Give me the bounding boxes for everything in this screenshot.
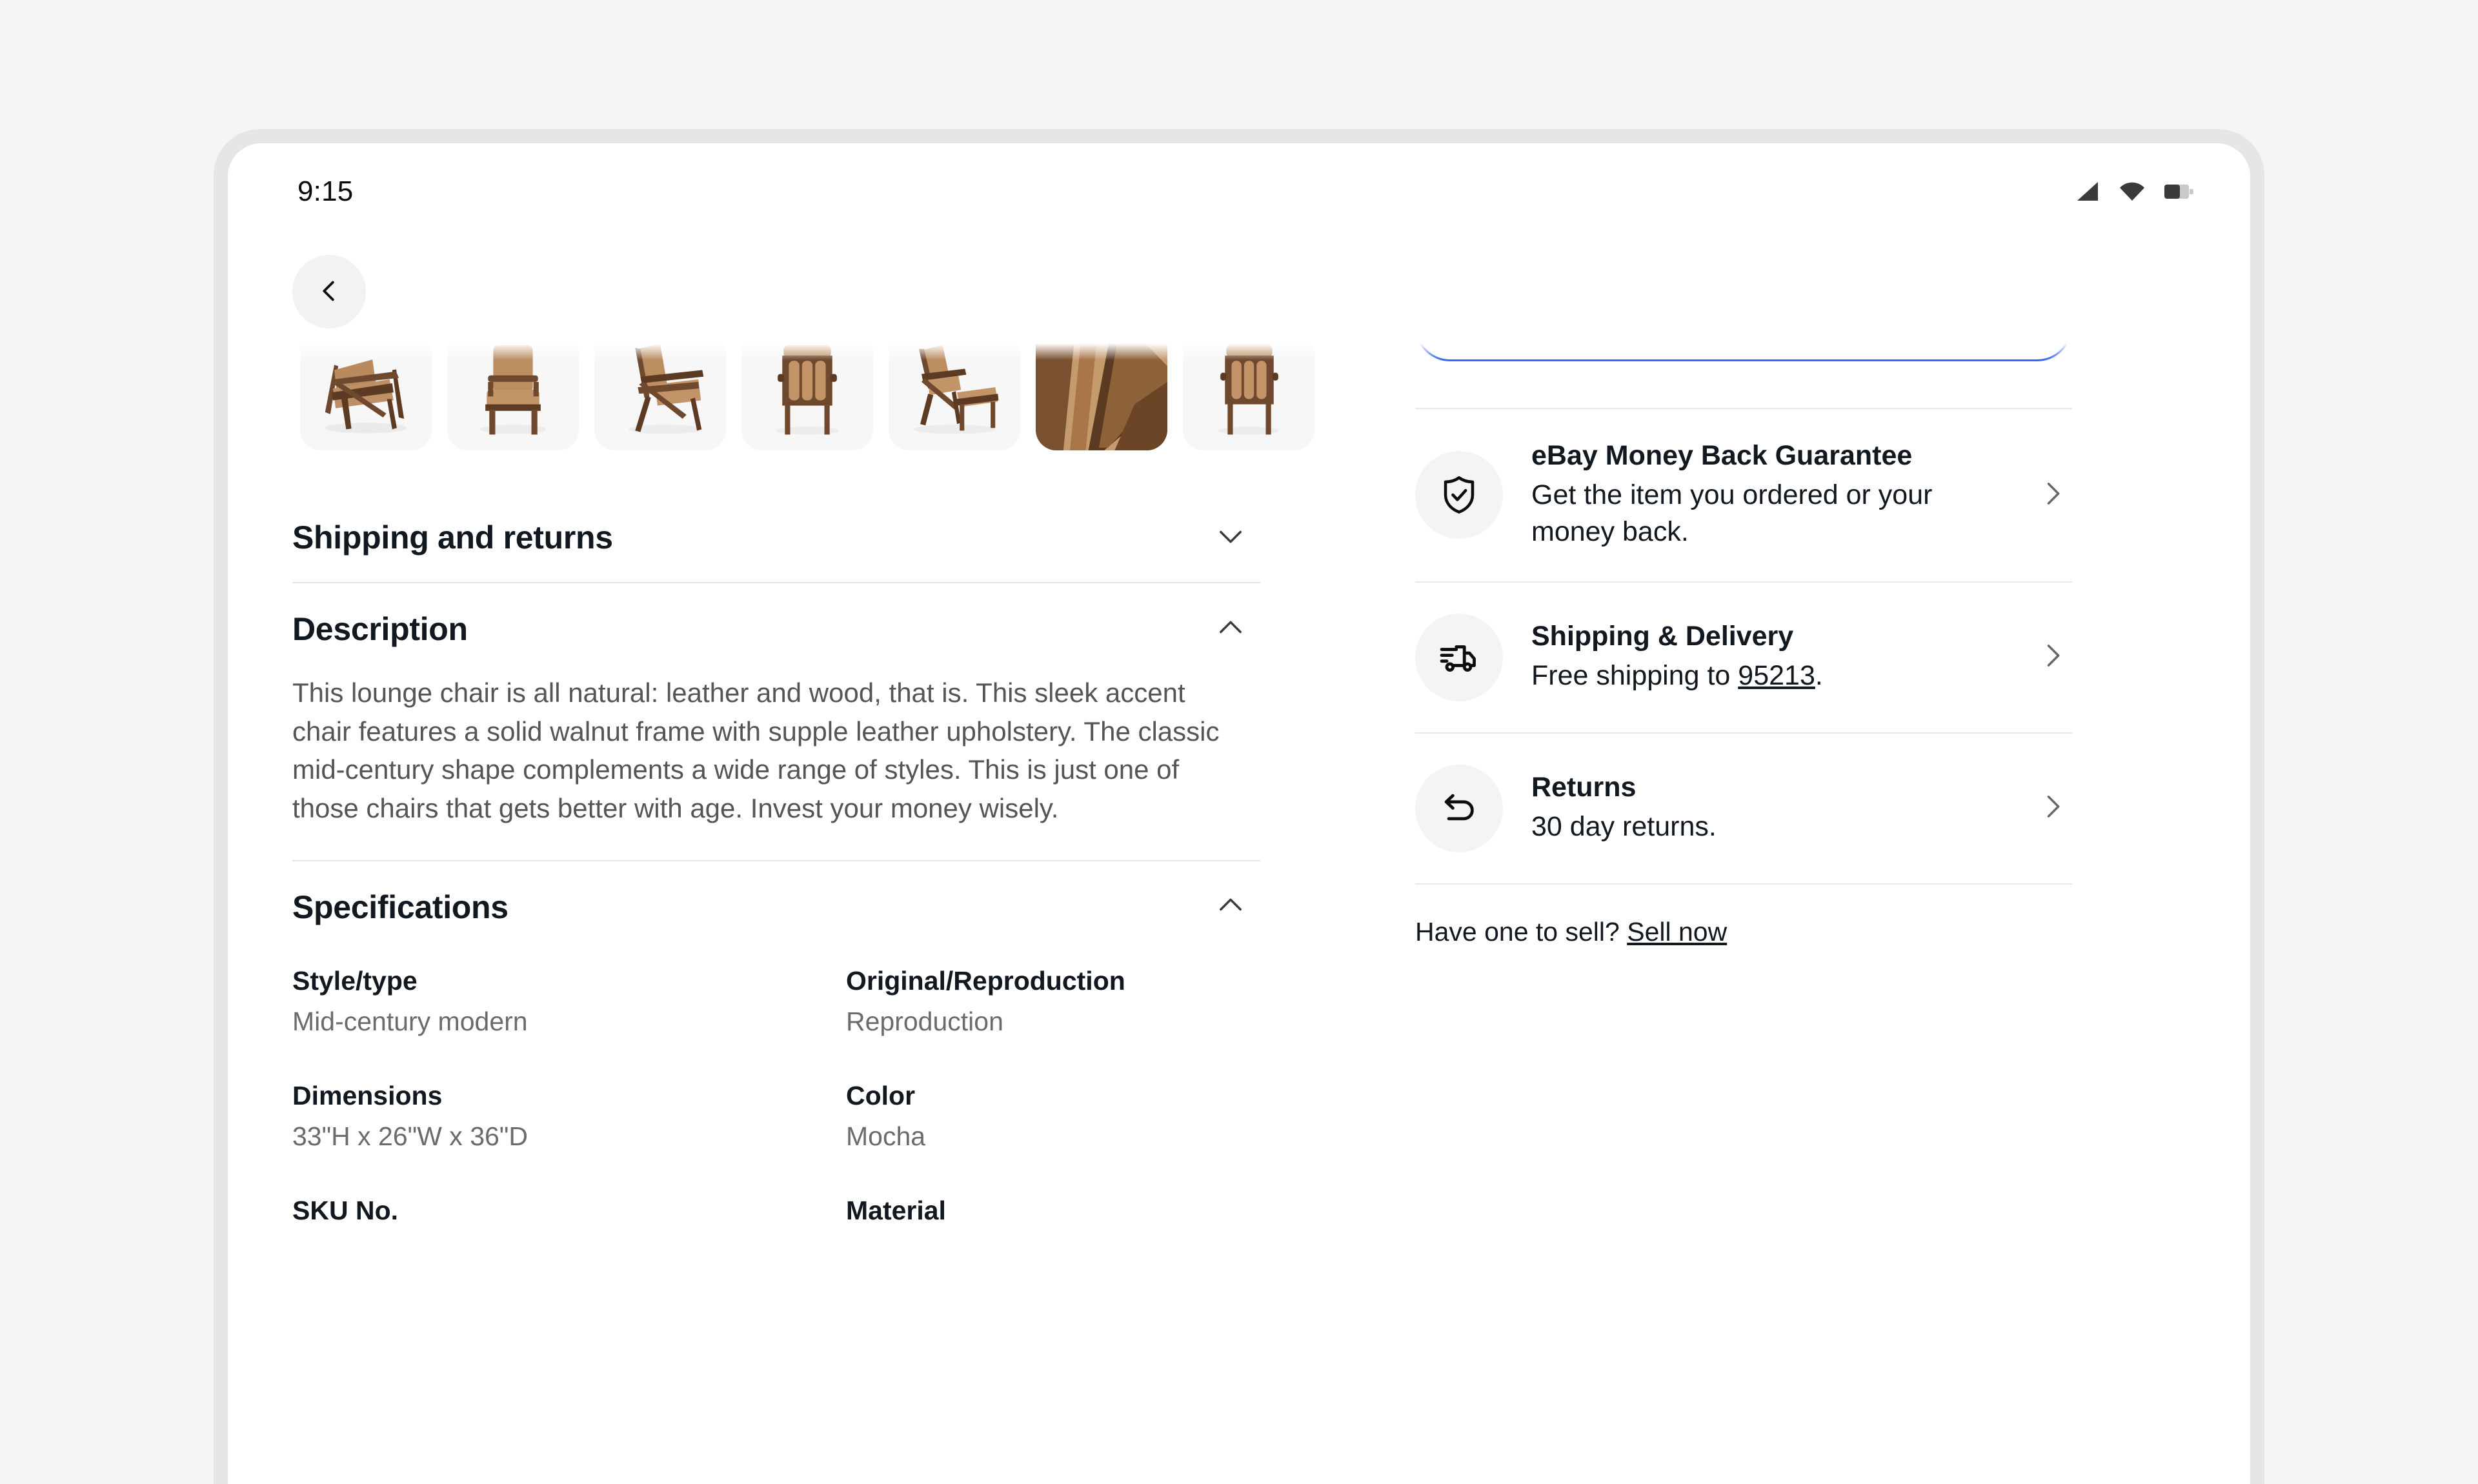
nav-bar: [228, 240, 2250, 343]
status-bar: 9:15: [228, 143, 2250, 240]
spec-label: Material: [846, 1195, 946, 1225]
shipping-zip-link[interactable]: 95213: [1738, 660, 1815, 691]
spec-item-sku-no: SKU No.: [292, 1196, 846, 1280]
accordion-title-specifications: Specifications: [292, 888, 509, 925]
spec-item-style-type: Style/type Mid-century modern: [292, 966, 846, 1081]
spec-label: Style/type: [292, 965, 418, 996]
chevron-down-icon: [1214, 519, 1247, 556]
description-text: This lounge chair is all natural: leathe…: [292, 677, 1220, 823]
back-button[interactable]: [292, 255, 366, 328]
shipping-subtitle-suffix: .: [1815, 659, 1823, 691]
info-subtitle: Free shipping to 95213.: [1531, 657, 2023, 694]
spec-label: Dimensions: [292, 1080, 443, 1110]
wifi-icon: [2119, 181, 2146, 203]
right-column: Make offer eBay Money Back Guarantee: [1389, 292, 2250, 1484]
chevron-left-icon: [314, 276, 344, 308]
content-columns: Shipping and returns Description This lo…: [228, 292, 2250, 1484]
device-screen: 9:15 Shipping and returns Description Th…: [228, 143, 2250, 1484]
shipping-subtitle-prefix: Free shipping to: [1531, 659, 1738, 691]
info-subtitle: 30 day returns.: [1531, 810, 1717, 842]
status-bar-icons: [2075, 181, 2193, 203]
return-arrow-icon: [1415, 764, 1503, 852]
info-title: eBay Money Back Guarantee: [1531, 440, 1913, 471]
device-frame: 9:15 Shipping and returns Description Th…: [214, 129, 2264, 1484]
shield-check-icon: [1415, 451, 1503, 539]
spec-item-original-reproduction: Original/Reproduction Reproduction: [846, 966, 1125, 1081]
spec-value: Mocha: [846, 1121, 926, 1151]
info-text: eBay Money Back Guarantee Get the item y…: [1503, 440, 2036, 550]
info-subtitle: Get the item you ordered or your money b…: [1531, 479, 1933, 547]
info-row-ebay-money-back-guarantee[interactable]: eBay Money Back Guarantee Get the item y…: [1415, 409, 2072, 581]
left-column: Shipping and returns Description This lo…: [228, 319, 1389, 1484]
chevron-up-icon: [1214, 888, 1247, 925]
spec-label: Color: [846, 1080, 916, 1110]
cellular-signal-icon: [2075, 181, 2100, 203]
accordion-title-description: Description: [292, 611, 468, 647]
spec-item-dimensions: Dimensions 33"H x 26"W x 36"D: [292, 1081, 846, 1196]
info-title: Shipping & Delivery: [1531, 620, 1794, 652]
have-one-to-sell-label: Have one to sell?: [1415, 916, 1620, 947]
chevron-up-icon: [1214, 611, 1247, 648]
info-text: Returns 30 day returns.: [1503, 772, 2036, 845]
have-one-to-sell-line: Have one to sell? Sell now: [1415, 885, 2072, 947]
chevron-right-icon: [2036, 477, 2072, 514]
chevron-right-icon: [2036, 790, 2072, 827]
spec-value: Mid-century modern: [292, 1006, 528, 1036]
delivery-truck-icon: [1415, 613, 1503, 701]
info-row-returns[interactable]: Returns 30 day returns.: [1415, 734, 2072, 883]
info-title: Returns: [1531, 771, 1637, 803]
spec-value: 33"H x 26"W x 36"D: [292, 1121, 528, 1151]
spec-label: SKU No.: [292, 1195, 398, 1225]
info-text: Shipping & Delivery Free shipping to 952…: [1503, 621, 2036, 694]
spec-item-color: Color Mocha: [846, 1081, 1125, 1196]
specifications-grid: Style/type Mid-century modern Original/R…: [292, 952, 1125, 1280]
info-row-shipping-and-delivery[interactable]: Shipping & Delivery Free shipping to 952…: [1415, 583, 2072, 732]
accordion-header-description[interactable]: Description: [292, 583, 1260, 674]
accordion-sections: Shipping and returns Description This lo…: [292, 492, 1260, 1280]
accordion-header-specifications[interactable]: Specifications: [292, 861, 1260, 952]
accordion-header-shipping-and-returns[interactable]: Shipping and returns: [292, 492, 1260, 582]
spec-label: Original/Reproduction: [846, 965, 1125, 996]
accordion-title-shipping-and-returns: Shipping and returns: [292, 519, 613, 556]
accordion-body-description: This lounge chair is all natural: leathe…: [292, 674, 1260, 860]
chevron-right-icon: [2036, 639, 2072, 676]
spec-value: Reproduction: [846, 1006, 1003, 1036]
status-bar-time: 9:15: [297, 175, 354, 207]
spec-item-material: Material: [846, 1196, 1125, 1280]
battery-icon: [2164, 182, 2193, 201]
page-content: Shipping and returns Description This lo…: [228, 292, 2250, 1484]
sell-now-link[interactable]: Sell now: [1627, 917, 1727, 947]
